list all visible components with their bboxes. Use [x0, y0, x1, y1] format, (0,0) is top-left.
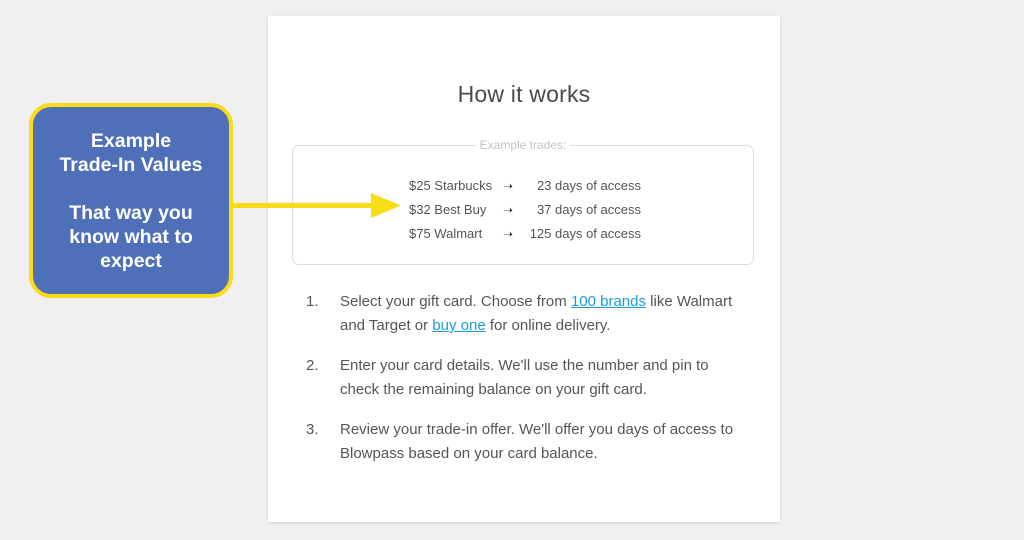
buy-one-link[interactable]: buy one: [432, 317, 485, 334]
trade-to: 125 days of access: [529, 226, 641, 241]
trade-from: $75 Walmart: [409, 226, 483, 241]
step-item: 3. Review your trade-in offer. We'll off…: [306, 418, 746, 466]
arrow-right-icon: ➝: [502, 227, 514, 241]
annotation-arrow-shaft: [231, 203, 373, 208]
example-trades-table: $25 Starbucks ➝ 23 days of access $32 Be…: [409, 174, 641, 246]
step-text: Enter your card details. We'll use the n…: [340, 357, 709, 398]
steps-list: 1. Select your gift card. Choose from 10…: [306, 290, 746, 482]
step-item: 2. Enter your card details. We'll use th…: [306, 354, 746, 402]
trade-to: 23 days of access: [536, 178, 641, 193]
step-number: 1.: [306, 293, 319, 310]
trade-from: $25 Starbucks: [409, 178, 493, 193]
step-text-before: Select your gift card. Choose from: [340, 293, 571, 310]
step-number: 3.: [306, 421, 319, 438]
example-trades-legend: Example trades:: [293, 137, 753, 153]
callout-heading-line: Trade-In Values: [59, 153, 203, 176]
callout-heading-line: Example: [90, 129, 172, 152]
annotation-arrow-head: [371, 193, 401, 218]
step-text: Review your trade-in offer. We'll offer …: [340, 421, 734, 462]
arrow-right-icon: ➝: [502, 203, 514, 217]
step-item: 1. Select your gift card. Choose from 10…: [306, 290, 746, 338]
how-it-works-card: How it works Example trades: $25 Starbuc…: [268, 16, 780, 522]
arrow-right-icon: ➝: [502, 179, 514, 193]
trade-row: $75 Walmart ➝ 125 days of access: [409, 222, 641, 246]
page-title: How it works: [457, 81, 591, 107]
example-trades-legend-label: Example trades:: [475, 138, 571, 152]
trade-to: 37 days of access: [536, 202, 641, 217]
brands-link[interactable]: 100 brands: [571, 293, 646, 310]
callout-body-line: expect: [100, 249, 162, 272]
annotation-arrow-icon: [231, 193, 401, 218]
trade-from: $32 Best Buy: [409, 202, 487, 217]
step-number: 2.: [306, 357, 319, 374]
trade-row: $32 Best Buy ➝ 37 days of access: [409, 198, 641, 222]
annotation-callout: Example Trade-In Values That way you kno…: [29, 103, 233, 298]
callout-body-line: That way you: [69, 201, 193, 224]
callout-body-line: know what to: [69, 225, 193, 248]
step-text-after: for online delivery.: [485, 317, 611, 334]
trade-row: $25 Starbucks ➝ 23 days of access: [409, 174, 641, 198]
